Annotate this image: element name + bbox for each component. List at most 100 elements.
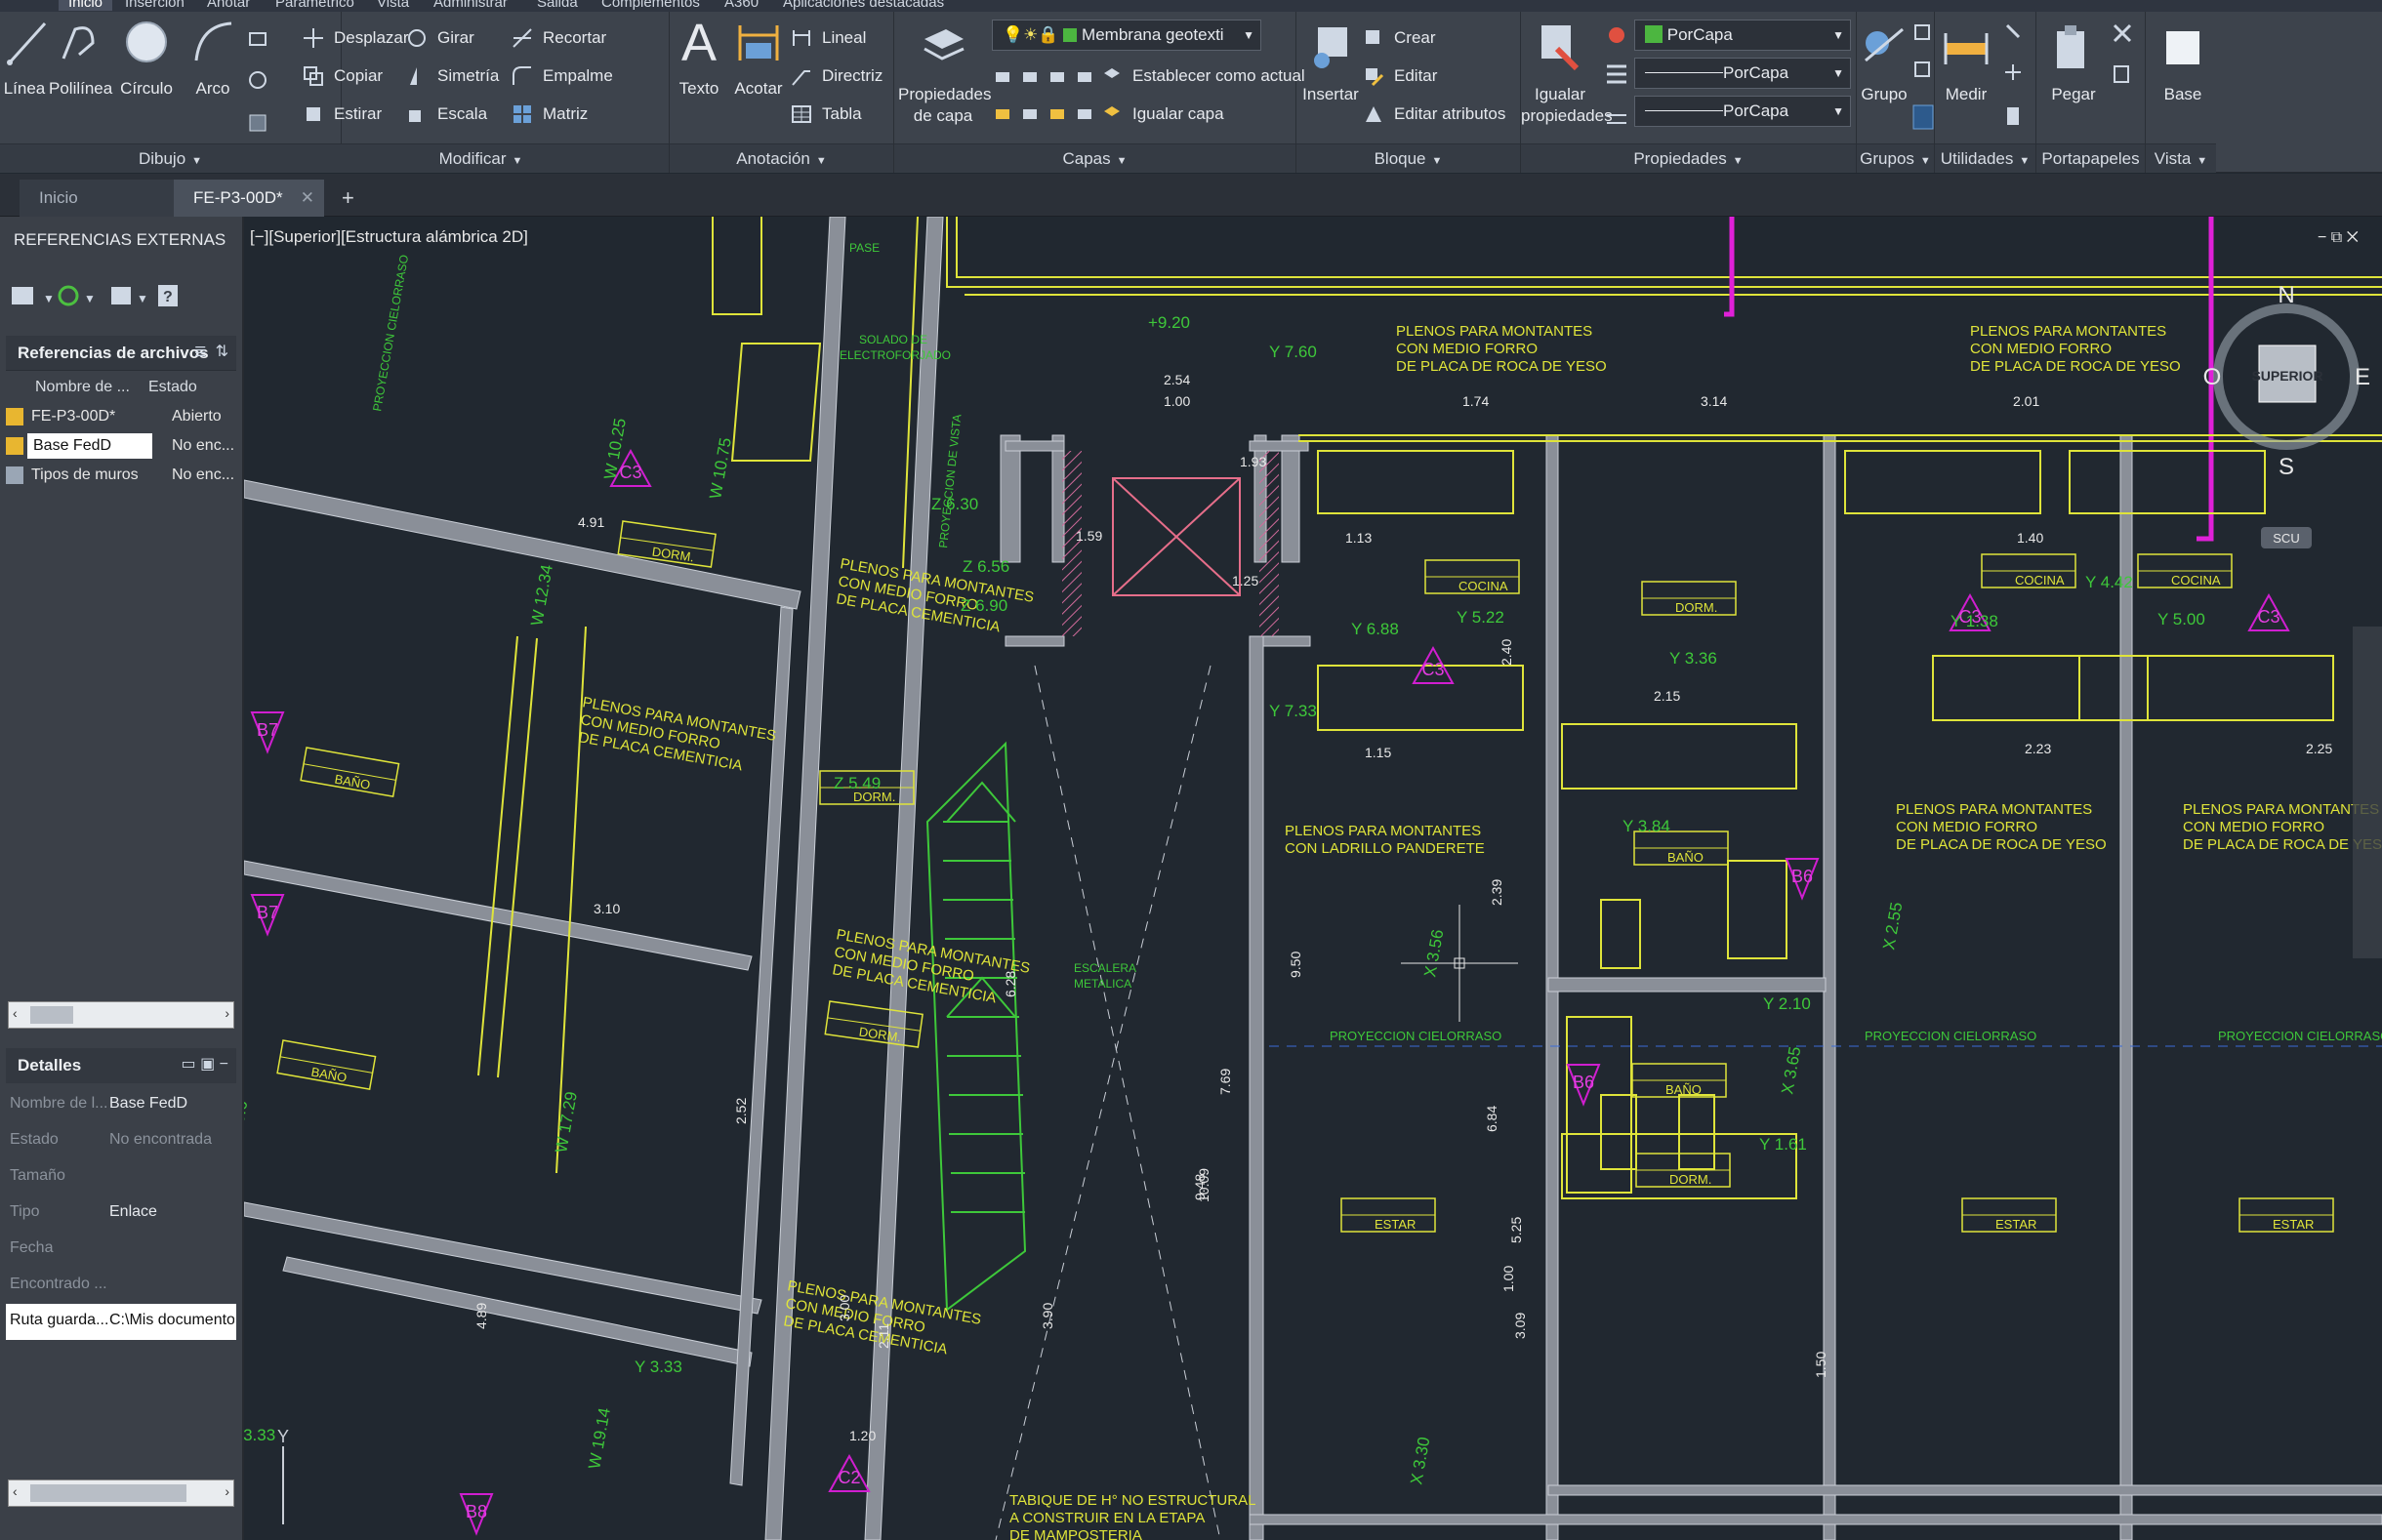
panel-modificar-title[interactable]: Modificar ▼ xyxy=(293,143,669,173)
igualar-capa-button[interactable]: Igualar capa xyxy=(1097,98,1224,131)
ref-row[interactable]: FE-P3-00D* Abierto xyxy=(6,402,236,431)
medir-button[interactable]: Medir xyxy=(1935,21,1997,105)
base-button[interactable]: Base xyxy=(2154,21,2212,105)
tab-a360[interactable]: A360 xyxy=(724,0,759,11)
lineweight-dropdown[interactable]: PorCapa ▼ xyxy=(1634,96,1851,127)
color-dropdown[interactable]: PorCapa ▼ xyxy=(1634,20,1851,51)
tab-inicio[interactable]: Inicio xyxy=(59,0,113,11)
level-mark: Z 6.90 xyxy=(961,596,1007,615)
tab-insercion[interactable]: Inserción xyxy=(125,0,185,11)
details-header[interactable]: Detalles ▭ ▣ − xyxy=(6,1048,236,1083)
refs-section-header[interactable]: Referencias de archivos ≣ ⇅ xyxy=(6,336,236,371)
acotar-button[interactable]: Acotar xyxy=(728,16,789,100)
viewport-label[interactable]: [−][Superior][Estructura alámbrica 2D] xyxy=(250,227,528,246)
panel-propiedades-title[interactable]: Propiedades ▼ xyxy=(1521,143,1856,173)
ref-row[interactable]: Tipos de muros No enc... xyxy=(6,461,236,490)
tree-view-icon[interactable]: ⇅ xyxy=(216,342,228,361)
tab-document[interactable]: FE-P3-00D* ✕ xyxy=(174,180,324,217)
panel-capas-title[interactable]: Capas ▼ xyxy=(894,143,1295,173)
simetria-button[interactable]: Simetría xyxy=(402,60,499,93)
pegar-button[interactable]: Pegar xyxy=(2044,21,2103,105)
svg-text:CON MEDIO FORRO: CON MEDIO FORRO xyxy=(1896,819,2037,835)
copiar-label: Copiar xyxy=(334,66,384,85)
tab-inicio-doc[interactable]: Inicio xyxy=(20,180,174,217)
recortar-button[interactable]: Recortar xyxy=(508,21,606,55)
scroll-right-icon[interactable]: › xyxy=(225,1005,229,1021)
navigation-bar[interactable] xyxy=(2353,627,2382,958)
linetype-dropdown[interactable]: PorCapa ▼ xyxy=(1634,58,1851,89)
matriz-button[interactable]: Matriz xyxy=(508,98,588,131)
tab-parametrico[interactable]: Paramétrico xyxy=(275,0,354,11)
dibujo-title-text: Dibujo xyxy=(138,149,186,168)
panel-vista-title[interactable]: Vista ▼ xyxy=(2146,143,2216,173)
col-name[interactable]: Nombre de ... xyxy=(35,379,130,396)
texto-button[interactable]: A Texto xyxy=(670,16,728,100)
details-scrollbar[interactable]: ‹ › xyxy=(8,1479,234,1507)
viewport-controls[interactable]: − ⧉ ✕ xyxy=(2318,229,2359,246)
tabla-button[interactable]: Tabla xyxy=(787,98,862,131)
list-view-icon[interactable]: ≣ xyxy=(194,342,207,361)
copiar-button[interactable]: Copiar xyxy=(299,60,383,93)
dimension-label: 7.69 xyxy=(1217,1069,1233,1095)
insertar-button[interactable]: Insertar xyxy=(1300,21,1361,105)
panel-bloque-title[interactable]: Bloque ▼ xyxy=(1296,143,1520,173)
lineal-button[interactable]: Lineal xyxy=(787,21,866,55)
girar-button[interactable]: Girar xyxy=(402,21,474,55)
escala-button[interactable]: Escala xyxy=(402,98,487,131)
tab-complementos[interactable]: Complementos xyxy=(601,0,700,11)
editar-atributos-button[interactable]: Editar atributos xyxy=(1359,98,1505,131)
tab-salida[interactable]: Salida xyxy=(537,0,578,11)
attach-icon xyxy=(12,287,33,304)
stairs[interactable] xyxy=(925,741,1027,1312)
scroll-right-icon[interactable]: › xyxy=(225,1483,229,1499)
viewport-label-text: [−][Superior][Estructura alámbrica 2D] xyxy=(250,227,528,246)
view-cube[interactable]: SUPERIOR N S E O SCU xyxy=(2203,282,2370,548)
svg-text:A CONSTRUIR EN LA ETAPA: A CONSTRUIR EN LA ETAPA xyxy=(1009,1510,1205,1526)
tab-aplicaciones[interactable]: Aplicaciones destacadas xyxy=(783,0,944,11)
panel-portapapeles-title[interactable]: Portapapeles xyxy=(2036,143,2145,173)
collapse-icon[interactable]: ▭ ▣ − xyxy=(182,1054,228,1074)
lineweight-preview xyxy=(1645,110,1723,111)
circulo-button[interactable]: Círculo xyxy=(117,16,176,100)
tab-vista[interactable]: Vista xyxy=(377,0,409,11)
scroll-thumb[interactable] xyxy=(30,1484,186,1502)
col-status[interactable]: Estado xyxy=(148,379,197,396)
empalme-button[interactable]: Empalme xyxy=(508,60,613,93)
ref-row[interactable]: Base FedD No enc... xyxy=(6,431,236,461)
arco-button[interactable]: Arco xyxy=(185,16,240,100)
scroll-left-icon[interactable]: ‹ xyxy=(13,1483,18,1499)
drawing-canvas[interactable]: C3 C3 C3 C3 B7 B7 B6 B6 B8 C2 PLENOS PARA MONTANT… xyxy=(244,217,2382,1540)
establecer-actual-button[interactable]: Establecer como actual xyxy=(1097,60,1305,93)
refs-scrollbar[interactable]: ‹ › xyxy=(8,1001,234,1029)
estirar-button[interactable]: Estirar xyxy=(299,98,382,131)
grupo-button[interactable]: Grupo xyxy=(1857,21,1911,105)
panel-utilidades-title[interactable]: Utilidades ▼ xyxy=(1935,143,2035,173)
polilinea-button[interactable]: Polilínea xyxy=(49,16,112,100)
ucs-y-label: Y xyxy=(277,1427,289,1446)
room-tag: B8 xyxy=(459,1493,494,1536)
close-icon[interactable]: ✕ xyxy=(301,180,314,217)
floor-plan[interactable]: C3C3C3 C3B7B7B6B6B8C2 PLENOS PARA MONTANT… xyxy=(244,217,2382,1540)
detail-row-selected[interactable]: Ruta guarda... C:\Mis documentos xyxy=(6,1304,236,1340)
directriz-button[interactable]: Directriz xyxy=(787,60,883,93)
panel-grupos-title[interactable]: Grupos ▼ xyxy=(1857,143,1934,173)
new-tab-button[interactable]: + xyxy=(334,180,363,217)
linea-button[interactable]: Línea xyxy=(2,16,47,100)
panel-anotacion-title[interactable]: Anotación ▼ xyxy=(670,143,893,173)
scroll-thumb[interactable] xyxy=(30,1006,73,1024)
scroll-left-icon[interactable]: ‹ xyxy=(13,1005,18,1021)
crear-bloque-button[interactable]: Crear xyxy=(1359,21,1436,55)
tab-administrar[interactable]: Administrar xyxy=(433,0,508,11)
layer-dropdown[interactable]: 💡☀🔒 Membrana geotexti ▼ xyxy=(992,20,1261,51)
panel-dibujo-title[interactable]: Dibujo ▼ xyxy=(0,143,341,173)
tab-anotar[interactable]: Anotar xyxy=(207,0,250,11)
walls xyxy=(244,217,2382,1540)
igualar-propiedades-button[interactable]: Igualar propiedades xyxy=(1521,21,1613,127)
compass-o: O xyxy=(2203,364,2222,390)
move-icon xyxy=(304,28,323,48)
desplazar-button[interactable]: Desplazar xyxy=(299,21,409,55)
propiedades-capa-button[interactable]: Propiedades de capa xyxy=(898,21,991,127)
array-icon xyxy=(513,105,531,123)
editar-bloque-button[interactable]: Editar xyxy=(1359,60,1437,93)
detail-value: C:\Mis documentos xyxy=(109,1312,234,1328)
